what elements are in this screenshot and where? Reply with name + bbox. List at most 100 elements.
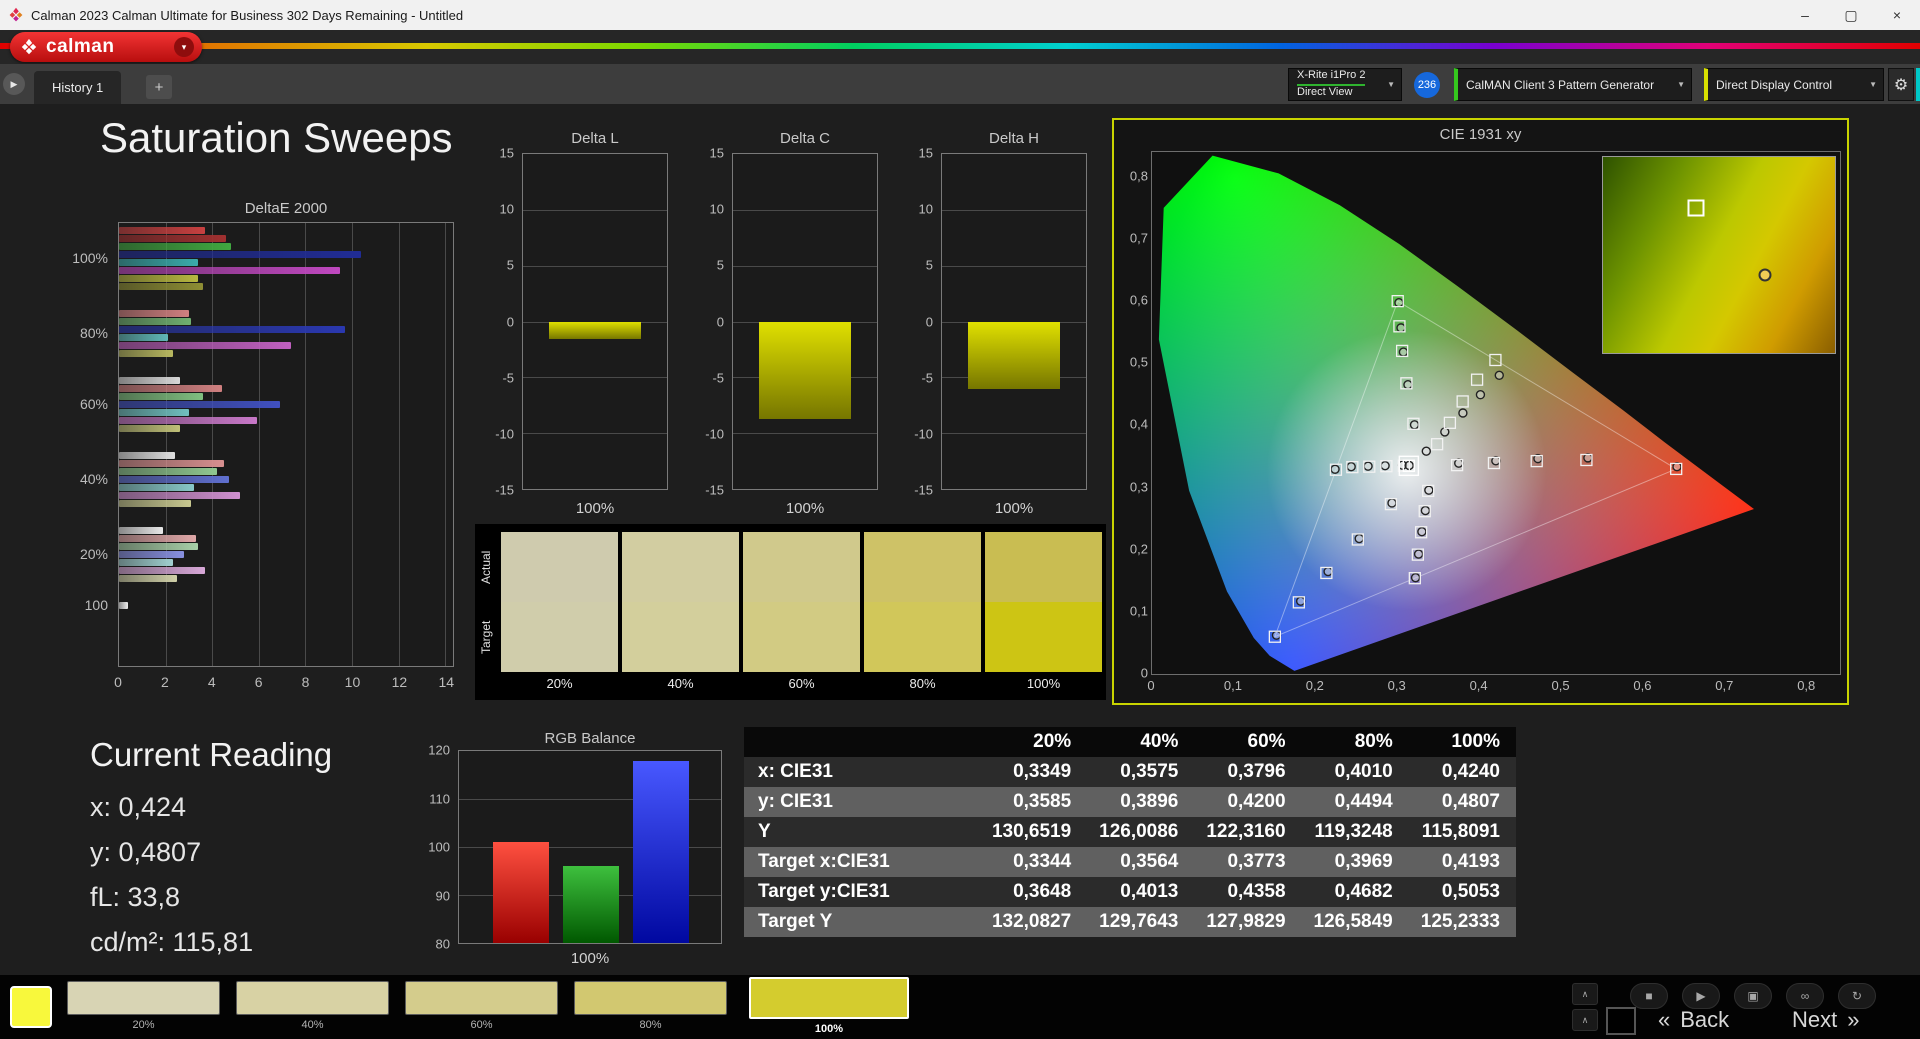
pattern-level-80%[interactable] [574,981,727,1015]
close-button[interactable]: × [1874,0,1920,30]
delta-l-plot-area [522,153,668,490]
minimize-button[interactable]: – [1782,0,1828,30]
play-button[interactable]: ▶ [1682,983,1720,1009]
edge-accent-strip [1916,68,1920,101]
y-axis-tick: 110 [429,791,450,806]
table-cell: 0,4013 [1087,877,1194,907]
measured-point [1347,463,1355,471]
pattern-level-label: 20% [67,1019,220,1031]
display-control-selector[interactable]: Direct Display Control ▼ [1704,68,1884,101]
brand-bar: calman ▾ [0,30,1920,64]
measured-point [1381,462,1389,470]
maximize-button[interactable]: ▢ [1828,0,1874,30]
delta-e-bar [119,492,240,499]
add-tab-button[interactable]: + [146,75,172,99]
measured-point [1441,428,1449,436]
measured-point [1388,499,1396,507]
cie-1931-chart: CIE 1931 xy 00,10,20,30,40,50,60,70,8 0,… [1112,118,1849,705]
y-axis-tick: 0,8 [1130,168,1148,183]
measured-point [1459,409,1467,417]
gridline [733,266,877,267]
refresh-button[interactable]: ↻ [1838,983,1876,1009]
scroll-up-icon[interactable]: ∧ [1572,983,1598,1005]
window-title: Calman 2023 Calman Ultimate for Business… [31,8,463,23]
table-row: Target x:CIE310,33440,35640,37730,39690,… [744,847,1516,877]
chevron-down-icon: ▼ [1387,80,1395,89]
meter-selector[interactable]: X-Rite i1Pro 2 Direct View ▼ [1288,68,1402,101]
y-axis-tick: 80 [436,937,450,952]
x-axis-tick: 0 [1147,678,1154,693]
pattern-level-20%[interactable] [67,981,220,1015]
x-axis-tick: 0,2 [1306,678,1324,693]
delta-e-bar [119,342,291,349]
y-axis-tick: 0,3 [1130,479,1148,494]
x-axis-tick: 0,5 [1551,678,1569,693]
measured-point [1355,535,1363,543]
y-axis-tick: 120 [428,743,450,758]
delta-e-x-axis: 02468101214 [118,670,454,688]
table-header [744,727,980,757]
table-cell: 0,3648 [980,877,1087,907]
stop-button[interactable]: ■ [1630,983,1668,1009]
tab-scroll-button[interactable]: ▶ [3,73,25,95]
measured-point [1422,447,1430,455]
swatch-columns: 20%40%60%80%100% [501,532,1105,700]
delta-e-bar [119,559,173,566]
y-axis-tick: -5 [502,370,514,385]
table-row-label: y: CIE31 [744,787,980,817]
delta-e-bar [119,318,191,325]
delta-h-y-axis: 151050-5-10-15 [903,153,937,490]
pattern-level-60%[interactable] [405,981,558,1015]
table-cell: 0,5053 [1409,877,1516,907]
rgb-bar-red [493,842,549,943]
scroll-up-icon[interactable]: ∧ [1572,1009,1598,1031]
pattern-window-button[interactable] [1606,1007,1636,1035]
gridline [352,223,353,666]
gridline [259,223,260,666]
next-label: Next [1792,1007,1837,1033]
pattern-level-label: 60% [405,1019,558,1031]
measured-point [1404,381,1412,389]
delta-c-chart: Delta C 151050-5-10-15 100% [690,130,900,530]
delta-e-bar [119,283,203,290]
pattern-generator-selector[interactable]: CalMAN Client 3 Pattern Generator ▼ [1454,68,1692,101]
x-axis-tick: 0,7 [1715,678,1733,693]
rgb-plot-area [458,750,722,944]
table-cell: 0,4358 [1194,877,1301,907]
display-control-label: Direct Display Control [1716,78,1832,92]
pattern-level-40%[interactable] [236,981,389,1015]
app-window: Calman 2023 Calman Ultimate for Business… [0,0,1920,1039]
rgb-bar-blue [633,761,689,943]
x-axis-label: 100% [522,500,668,517]
measured-point [1411,421,1419,429]
tab-history-1[interactable]: History 1 [34,71,121,104]
gear-icon[interactable]: ⚙ [1888,68,1914,101]
gridline [942,210,1086,211]
y-axis-tick: -10 [705,426,724,441]
calman-menu-button[interactable]: calman ▾ [10,32,202,62]
y-axis-tick: 0,7 [1130,231,1148,246]
table-cell: 127,9829 [1194,907,1301,937]
y-axis-tick: 5 [507,258,514,273]
pattern-level-label: 80% [574,1019,727,1031]
next-button[interactable]: Next » [1792,1007,1860,1033]
actual-swatch-40% [622,532,739,602]
delta-e-bar [119,409,189,416]
table-row-label: Y [744,817,980,847]
save-button[interactable]: ▣ [1734,983,1772,1009]
table-cell: 126,0086 [1087,817,1194,847]
back-button[interactable]: « Back [1658,1007,1729,1033]
logo-text: calman [46,36,114,58]
delta-e-bar [119,385,222,392]
link-button[interactable]: ∞ [1786,983,1824,1009]
table-row: x: CIE310,33490,35750,37960,40100,4240 [744,757,1516,787]
delta-e-bar [119,543,198,550]
x-axis-tick: 0,3 [1388,678,1406,693]
y-axis-tick: 0 [717,314,724,329]
x-axis-tick: 4 [208,674,216,690]
measured-point [1399,348,1407,356]
pattern-level-100%[interactable] [749,977,909,1019]
table-cell: 130,6519 [980,817,1087,847]
y-axis-tick: -10 [914,426,933,441]
delta-e-bar [119,243,231,250]
